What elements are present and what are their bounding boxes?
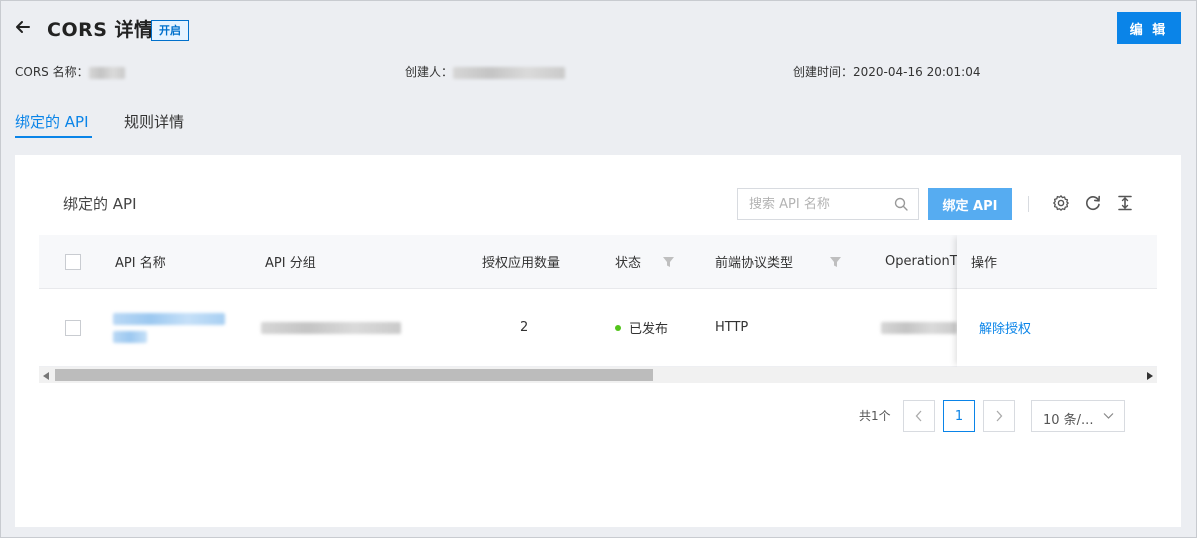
edit-button[interactable]: 编 辑 [1117, 12, 1181, 44]
back-arrow-icon[interactable] [13, 17, 33, 37]
column-height-icon[interactable] [1116, 194, 1134, 212]
protocol-filter-icon[interactable] [830, 256, 842, 267]
bind-api-button[interactable]: 绑定 API [928, 188, 1012, 220]
created-time-value: 2020-04-16 20:01:04 [853, 65, 981, 79]
status-cell: 已发布 [615, 289, 668, 366]
status-text: 已发布 [629, 322, 669, 337]
api-name-link-redacted-line2[interactable] [113, 330, 147, 343]
horizontal-scrollbar[interactable] [39, 367, 1157, 383]
operation-type-cell [881, 289, 957, 366]
search-input[interactable] [738, 189, 888, 219]
header-operation-type: OperationT [885, 254, 958, 269]
api-group-value-redacted [261, 321, 401, 334]
status-badge: 开启 [151, 20, 189, 41]
status-dot-icon [615, 324, 621, 331]
tab-bound-api[interactable]: 绑定的 API [15, 111, 89, 132]
chevron-down-icon [1103, 413, 1114, 419]
settings-gear-icon[interactable] [1052, 194, 1070, 212]
cors-name-value-redacted [88, 66, 125, 79]
prev-page-button[interactable] [903, 400, 935, 432]
header-protocol: 前端协议类型 [715, 235, 842, 288]
cors-name-label: CORS 名称： [15, 65, 89, 79]
page-title: CORS 详情 [47, 19, 154, 41]
header-status-label: 状态 [615, 256, 642, 271]
tab-rule-details[interactable]: 规则详情 [124, 111, 184, 132]
next-page-button[interactable] [983, 400, 1015, 432]
operation-type-value-redacted [881, 321, 957, 334]
auth-app-count-cell: 2 [520, 320, 529, 335]
header-protocol-label: 前端协议类型 [715, 256, 794, 271]
active-tab-indicator [15, 136, 92, 138]
creator-label: 创建人： [405, 65, 454, 79]
search-icon[interactable] [894, 197, 908, 211]
header-status: 状态 [615, 235, 675, 288]
toolbar-divider [1028, 196, 1029, 212]
creator-field: 创建人： [405, 63, 566, 80]
scrollbar-thumb[interactable] [55, 369, 653, 381]
header-auth-app-count: 授权应用数量 [482, 256, 561, 271]
chevron-right-icon [996, 410, 1003, 422]
protocol-cell: HTTP [715, 320, 749, 335]
unbind-authorization-link[interactable]: 解除授权 [979, 289, 1031, 366]
app-window: CORS 详情 开启 编 辑 CORS 名称： 创建人： 创建时间：2020-0… [0, 0, 1197, 538]
select-all-checkbox[interactable] [65, 253, 81, 270]
row-checkbox[interactable] [65, 319, 81, 336]
search-box [737, 188, 919, 220]
created-time-field: 创建时间：2020-04-16 20:01:04 [793, 63, 980, 80]
cors-name-field: CORS 名称： [15, 63, 125, 80]
api-name-cell[interactable] [113, 289, 225, 366]
row-select-cell [65, 289, 81, 366]
created-time-label: 创建时间： [793, 65, 854, 79]
chevron-left-icon [915, 410, 922, 422]
creator-value-redacted [453, 66, 566, 79]
panel-title: 绑定的 API [63, 195, 137, 213]
api-name-link-redacted[interactable] [113, 312, 225, 325]
refresh-icon[interactable] [1084, 194, 1102, 212]
header-api-name: API 名称 [115, 256, 166, 271]
header-api-group: API 分组 [265, 256, 316, 271]
page-number-button[interactable]: 1 [943, 400, 975, 432]
page-size-select[interactable]: 10 条/... [1031, 400, 1125, 432]
actions-column: 操作 解除授权 [957, 235, 1157, 367]
header-actions-cell: 操作 [957, 235, 1157, 289]
api-table: API 名称 API 分组 授权应用数量 状态 前端协议类型 Operation… [39, 235, 1157, 383]
scroll-right-arrow-icon[interactable] [1147, 372, 1153, 380]
api-group-cell [261, 289, 401, 366]
header-select-cell [65, 235, 81, 288]
actions-cell: 解除授权 [957, 289, 1157, 367]
bound-api-panel: 绑定的 API 绑定 API [15, 155, 1181, 527]
status-filter-icon[interactable] [663, 256, 675, 267]
header-actions: 操作 [971, 256, 998, 271]
pagination-total: 共1个 [859, 409, 891, 423]
scroll-left-arrow-icon[interactable] [43, 372, 49, 380]
page-size-value: 10 条/... [1043, 413, 1094, 428]
